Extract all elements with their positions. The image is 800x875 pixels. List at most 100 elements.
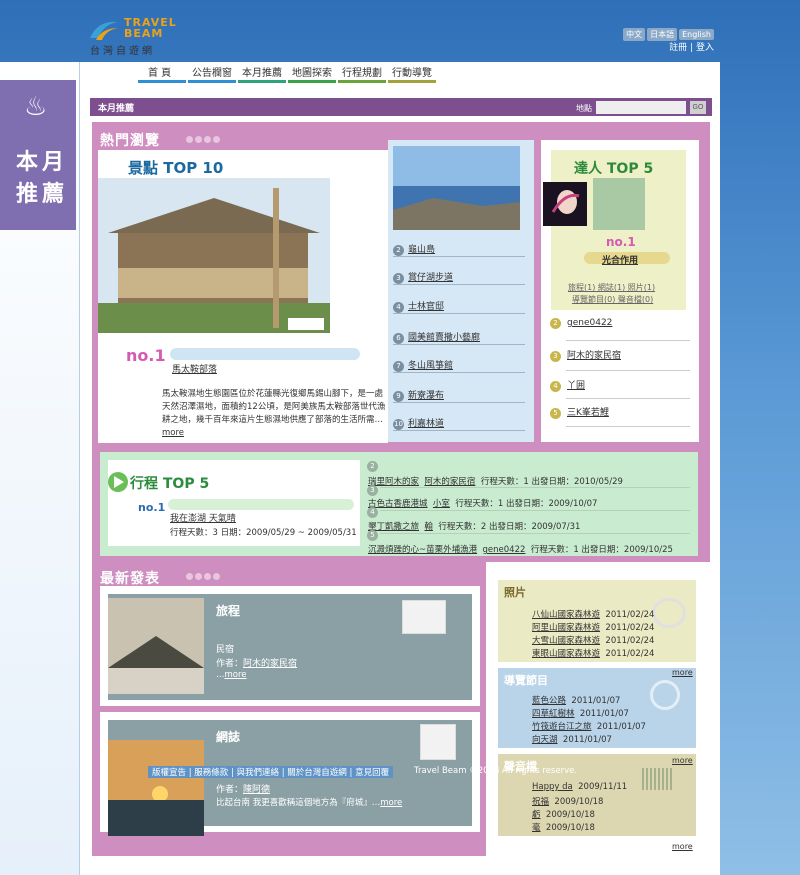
nav-home[interactable]: 首 頁 (148, 64, 171, 79)
spot-no1-desc: 馬太鞍濕地生態園區位於花蓮縣光復鄉馬錫山腳下，是一處天然沼澤濕地，面積約12公頃… (162, 388, 390, 440)
logo-chinese[interactable]: 台灣自遊網 (90, 42, 155, 57)
photo-row[interactable]: 東眼山國家森林遊 2011/02/24 (532, 647, 654, 659)
nav-mobile[interactable]: 行動導覽 (392, 64, 432, 79)
divider (380, 533, 690, 534)
post-trip-author: 作者：阿木的家民宿 (216, 659, 298, 669)
photos-title: 照片 (504, 586, 526, 599)
location-input[interactable] (596, 101, 686, 114)
post-trip-photo[interactable] (108, 598, 204, 694)
trip-no1-label: no.1 (138, 501, 166, 514)
sound-row[interactable]: 祝福 2009/10/18 (532, 795, 603, 807)
login-link[interactable]: 登入 (696, 43, 714, 53)
divider (393, 402, 525, 403)
spot-rank-item[interactable]: 10 利嘉林道 (393, 416, 444, 430)
divider (393, 256, 525, 257)
post-trip-more: …more (216, 670, 247, 680)
location-label: 地點 (576, 104, 592, 113)
nav-map[interactable]: 地圖探索 (292, 64, 332, 79)
popular-title: 熱門瀏覽 (100, 133, 160, 149)
trip-no1-meta: 行程天數：3 日期：2009/05/29 ~ 2009/05/31 (170, 528, 357, 538)
spot-rank-item[interactable]: 9 新寮瀑布 (393, 388, 444, 402)
expert-photo[interactable] (593, 178, 645, 230)
photo-row[interactable]: 八仙山國家森林遊 2011/02/24 (532, 608, 654, 620)
spot-rank-item[interactable]: 6 國美館賣撒小藝廊 (393, 330, 480, 344)
expert-rank-item[interactable]: 5 三K峯若鯉 (550, 405, 609, 419)
trip-top5-title: 行程 TOP 5 (130, 476, 210, 492)
nav-news-bar (188, 80, 236, 83)
guide-more-link[interactable]: more (672, 668, 693, 677)
guide-row[interactable]: 向天湖 2011/01/07 (532, 733, 612, 745)
divider (393, 430, 525, 431)
sound-more-link[interactable]: more (672, 756, 693, 765)
nav-plan[interactable]: 行程規劃 (342, 64, 382, 79)
divider (393, 344, 525, 345)
expert-top5-title: 達人 TOP 5 (574, 161, 654, 177)
post-blog-title: 網誌 (216, 730, 241, 744)
sound-row[interactable]: Happy da 2009/11/11 (532, 782, 627, 792)
document-icon (420, 724, 456, 760)
nav-recommend[interactable]: 本月推薦 (242, 64, 282, 79)
register-link[interactable]: 註冊 (669, 43, 687, 53)
expert-no1-name[interactable]: 光合作用 (602, 253, 638, 266)
notebook-icon (402, 600, 446, 634)
photo-row[interactable]: 阿里山國家森林遊 2011/02/24 (532, 621, 654, 633)
spot-rank-item[interactable]: 2 龜山島 (393, 242, 435, 256)
go-button[interactable]: GO (690, 101, 706, 114)
expert-rank-item[interactable]: 3 阿木的家民宿 (550, 348, 621, 362)
spot-rank-item[interactable]: 4 士林官邸 (393, 299, 444, 313)
bottom-more-link[interactable]: more (672, 842, 693, 851)
lang-zh[interactable]: 中文 (623, 28, 646, 41)
side-title-line2: 推薦 (16, 182, 69, 207)
trip-rank-item[interactable]: 瑞里阿木的家 阿木的家民宿 行程天數：1 出發日期：2010/05/29 (368, 475, 623, 487)
lang-en[interactable]: English (679, 29, 714, 40)
divider (380, 510, 690, 511)
expert-avatar[interactable] (543, 182, 587, 226)
guide-title: 導覽節目 (504, 674, 548, 687)
hot-spring-icon: ♨ (24, 92, 48, 122)
play-triangle (114, 476, 124, 488)
side-title-line1: 本月 (16, 150, 69, 175)
guide-row[interactable]: 四草紅樹林 2011/01/07 (532, 707, 629, 719)
spot-rank-item[interactable]: 7 冬山風箏館 (393, 358, 453, 372)
nav-news[interactable]: 公告欄窗 (192, 64, 232, 79)
spot-no1-photo[interactable] (98, 178, 330, 333)
guide-row[interactable]: 竹筏遊台江之旅 2011/01/07 (532, 720, 646, 732)
sound-row[interactable]: 虧 2009/10/18 (532, 808, 595, 820)
post-blog-photo[interactable] (108, 740, 204, 836)
auth-separator: | (690, 43, 694, 53)
expert-no1-label: no.1 (606, 235, 636, 249)
spot-no1-bar (170, 348, 360, 360)
expert-rank-item[interactable]: 4 丫囲 (550, 378, 585, 392)
expert-rank-item[interactable]: 2 gene0422 (550, 318, 612, 329)
spot-rank-item[interactable]: 3 賞仔湖步道 (393, 270, 453, 284)
spot-rank-photo[interactable] (393, 146, 520, 230)
trip-name-bar (168, 499, 354, 510)
post-blog-more: 比起台南 我更喜歡稱這個地方為『府城』…more (216, 798, 403, 808)
nav-map-bar (288, 80, 336, 83)
logo-icon[interactable] (88, 18, 122, 42)
trip-rank-num: 4 (367, 507, 378, 518)
play-icon (650, 680, 680, 710)
photo-row[interactable]: 大雪山國家森林遊 2011/02/24 (532, 634, 654, 646)
nav-mobile-bar (388, 80, 436, 83)
expert-stats-line1[interactable]: 旅程(1) 網誌(1) 照片(1) (568, 282, 655, 293)
trip-rank-item[interactable]: 沉澱煩躁的心~苗栗外埔漁港 gene0422 行程天數：1 出發日期：2009/… (368, 543, 673, 555)
footer-copyright: Travel Beam ©2008 All rights reserve. (414, 766, 578, 776)
expert-stats-line2[interactable]: 導覽節目(0) 聲音檔(0) (572, 294, 653, 305)
nav-plan-bar (338, 80, 386, 83)
spot-no1-name[interactable]: 馬太鞍部落 (172, 362, 217, 375)
trip-no1-name[interactable]: 我在澎湖 天氣晴 (170, 511, 236, 524)
footer-links[interactable]: 版權宣告 | 服務條款 | 與我們連絡 | 關於台灣自遊網 | 意見回覆 (148, 766, 394, 778)
post-trip-line1: 民宿 (216, 645, 235, 655)
trip-rank-item[interactable]: 墾丁凱撒之旅 翰 行程天數：2 出發日期：2009/07/31 (368, 520, 580, 532)
spot-more-link[interactable]: more (162, 428, 184, 438)
divider (566, 340, 690, 341)
trip-rank-item[interactable]: 古色古香鹿港城 小室 行程天數：1 出發日期：2009/10/07 (368, 497, 597, 509)
logo-beam[interactable]: BEAM (124, 27, 163, 40)
guide-row[interactable]: 藍色公路 2011/01/07 (532, 694, 620, 706)
camera-icon (652, 598, 686, 628)
post-trip-title: 旅程 (216, 604, 241, 618)
trip-rank-num: 3 (367, 485, 378, 496)
sound-row[interactable]: 毫 2009/10/18 (532, 821, 595, 833)
popular-dots (186, 136, 222, 146)
